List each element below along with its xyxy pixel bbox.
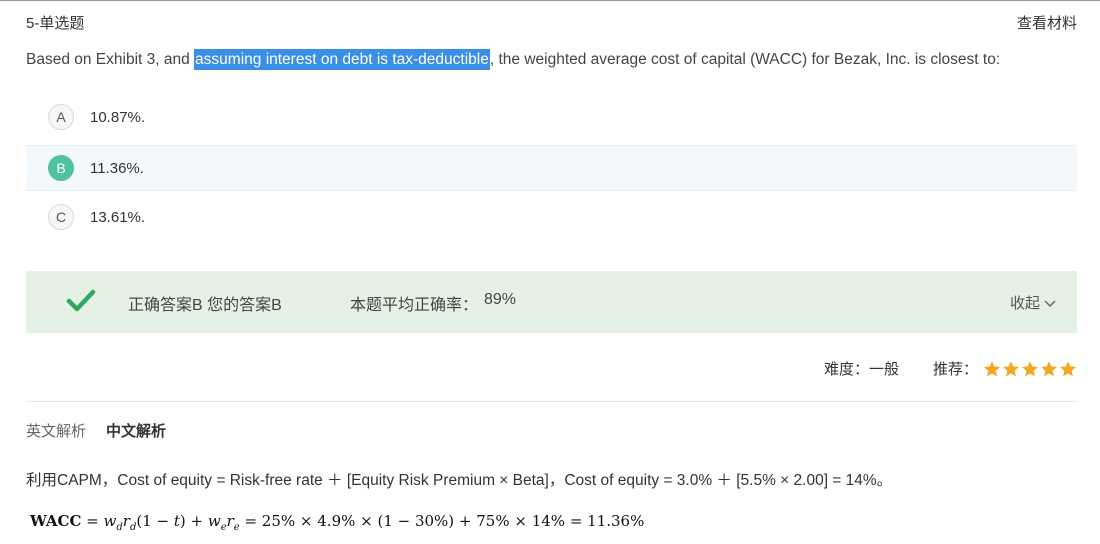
- option-text: 10.87%.: [90, 108, 146, 126]
- recommend-label: 推荐：: [932, 361, 978, 378]
- question-highlighted-text: assuming interest on debt is tax-deducti…: [194, 49, 490, 70]
- star-icon: [1060, 360, 1076, 376]
- tab-english-explanation[interactable]: 英文解析: [26, 420, 86, 441]
- question-suffix: , the weighted average cost of capital (…: [489, 51, 1001, 68]
- top-divider: [0, 0, 1100, 1]
- section-divider: [26, 401, 1077, 402]
- difficulty-value: 一般: [868, 361, 899, 378]
- formula-label: WACC: [30, 512, 82, 530]
- option-b[interactable]: B 11.36%.: [26, 145, 1077, 191]
- view-material-link[interactable]: 查看材料: [1017, 12, 1077, 33]
- question-prefix: Based on Exhibit 3, and: [26, 51, 195, 68]
- option-text: 13.61%.: [90, 208, 146, 226]
- check-icon: [66, 289, 96, 312]
- option-c[interactable]: C 13.61%.: [26, 195, 1077, 239]
- option-text: 11.36%.: [90, 159, 144, 177]
- difficulty-label: 难度：: [823, 361, 869, 378]
- tab-chinese-explanation[interactable]: 中文解析: [106, 420, 166, 441]
- question-type-label: 5-单选题: [26, 15, 85, 32]
- accuracy-value: 89%: [484, 291, 517, 308]
- recommend-stars: [982, 360, 1077, 378]
- wacc-formula: WACC = wdrd(1 − t) + were = 25% × 4.9% ×…: [30, 512, 645, 533]
- question-meta: 难度： 一般 推荐：: [824, 358, 1077, 379]
- option-a[interactable]: A 10.87%.: [26, 95, 1077, 139]
- collapse-button[interactable]: 收起: [1010, 292, 1057, 313]
- star-icon: [1003, 360, 1019, 376]
- question-stem: Based on Exhibit 3, and assuming interes…: [26, 49, 1001, 70]
- star-icon: [984, 360, 1000, 376]
- collapse-label: 收起: [1009, 295, 1040, 312]
- option-letter-badge: A: [48, 104, 74, 130]
- chevron-down-icon: [1044, 299, 1056, 307]
- accuracy-label: 本题平均正确率：: [350, 297, 479, 314]
- explanation-capm: 利用CAPM，Cost of equity = Risk-free rate ＋…: [26, 472, 893, 489]
- option-letter-badge: B: [48, 155, 74, 181]
- answer-result-bar: 正确答案B 您的答案B 本题平均正确率： 89% 收起: [26, 271, 1077, 333]
- star-icon: [1041, 360, 1057, 376]
- option-letter-badge: C: [48, 204, 74, 230]
- answer-text: 正确答案B 您的答案B: [128, 297, 282, 314]
- star-icon: [1022, 360, 1038, 376]
